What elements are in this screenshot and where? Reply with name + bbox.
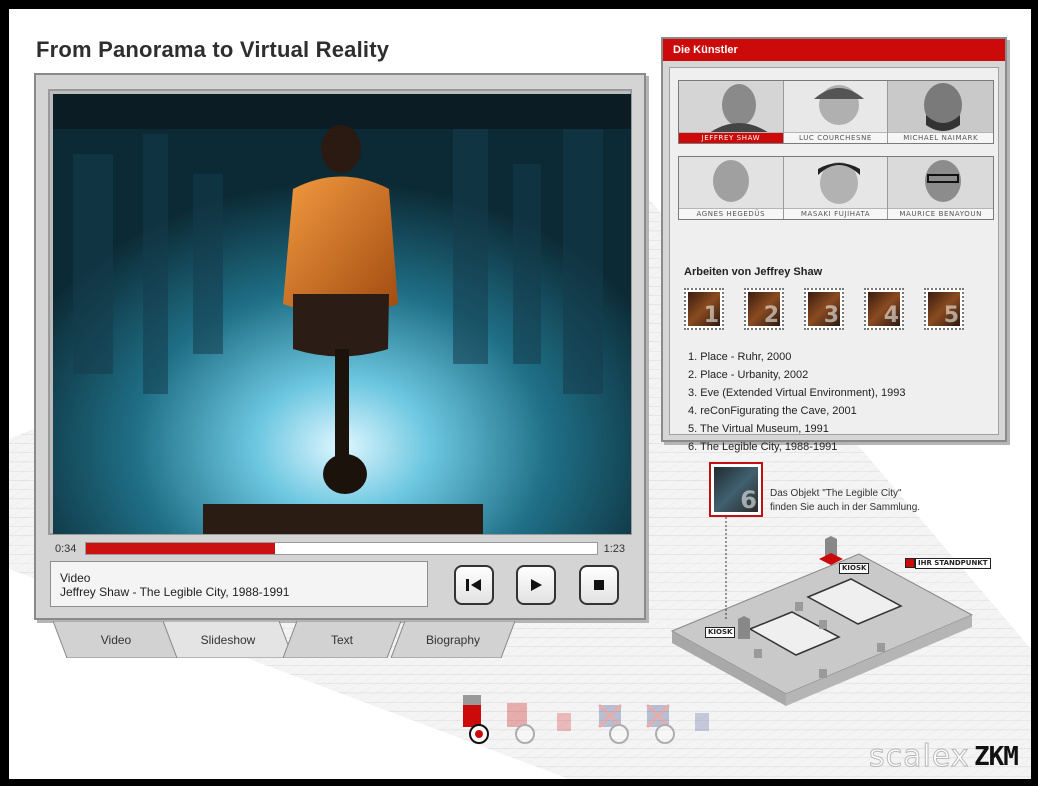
- standort-marker-icon: [905, 558, 915, 568]
- artist-name: JEFFREY SHAW: [679, 132, 783, 143]
- work-item[interactable]: 3. Eve (Extended Virtual Environment), 1…: [688, 384, 905, 402]
- stop-icon: [594, 580, 604, 590]
- tab-biography[interactable]: Biography: [391, 621, 515, 658]
- artist-name: MASAKI FUJIHATA: [783, 208, 888, 219]
- time-elapsed: 0:34: [55, 543, 77, 555]
- tab-biography-label: Biography: [425, 632, 481, 647]
- work-item[interactable]: 1. Place - Ruhr, 2000: [688, 348, 905, 366]
- artist-photo: [783, 81, 888, 133]
- artist-photo: [679, 157, 783, 209]
- play-button[interactable]: [516, 565, 556, 605]
- artists-body: JEFFREY SHAW LUC COURCHESNE MICHAEL NAIM…: [669, 67, 999, 453]
- video-player: 0:34 1:23 Video Jeffrey Shaw - The Legib…: [34, 73, 646, 620]
- progress-fill: [86, 543, 276, 554]
- artist-maurice-benayoun[interactable]: MAURICE BENAYOUN: [888, 157, 994, 219]
- tab-text[interactable]: Text: [283, 621, 401, 658]
- object-thumb[interactable]: 6: [709, 462, 763, 517]
- artist-michael-naimark[interactable]: MICHAEL NAIMARK: [888, 81, 994, 143]
- scalex-logo: scalex: [869, 739, 970, 775]
- artist-photo: [888, 157, 994, 209]
- artist-photo: [679, 81, 783, 133]
- progress-bar[interactable]: [85, 542, 598, 555]
- video-still: [53, 94, 631, 534]
- language-icon-6[interactable]: [695, 713, 709, 731]
- zkm-logo: ZKM: [974, 742, 1019, 772]
- tab-video[interactable]: Video: [53, 621, 179, 658]
- artist-photo: [783, 157, 888, 209]
- work-number: 5: [943, 303, 959, 326]
- media-caption: Jeffrey Shaw - The Legible City, 1988-19…: [60, 585, 290, 599]
- work-thumb-3[interactable]: 3: [804, 288, 844, 330]
- kiosk-marker-left: [738, 616, 750, 639]
- page-title: From Panorama to Virtual Reality: [36, 37, 390, 62]
- language-icon-2[interactable]: [507, 703, 535, 744]
- language-icon-3[interactable]: [557, 713, 571, 731]
- object-number: 6: [740, 486, 757, 512]
- language-selector: [463, 695, 709, 744]
- artist-row-1: JEFFREY SHAW LUC COURCHESNE MICHAEL NAIM…: [678, 80, 994, 144]
- work-thumb-1[interactable]: 1: [684, 288, 724, 330]
- stage: From Panorama to Virtual Reality 0:34 1:…: [9, 9, 1031, 779]
- artists-panel: Die Künstler JEFFREY SHAW LUC COURCHESNE…: [661, 37, 1007, 453]
- kiosk-label-top: KIOSK: [839, 563, 870, 574]
- work-number: 4: [883, 303, 899, 326]
- artist-luc-courchesne[interactable]: LUC COURCHESNE: [783, 81, 889, 143]
- video-frame-border: [48, 89, 632, 535]
- video-screen[interactable]: [53, 94, 631, 534]
- work-item[interactable]: 2. Place - Urbanity, 2002: [688, 366, 905, 384]
- artists-header: Die Künstler: [663, 39, 1005, 61]
- tab-slideshow-label: Slideshow: [200, 632, 256, 647]
- standort-label: IHR STANDPUNKT: [915, 558, 991, 569]
- work-thumb-5[interactable]: 5: [924, 288, 964, 330]
- work-thumb-4[interactable]: 4: [864, 288, 904, 330]
- play-icon: [531, 579, 542, 591]
- stop-button[interactable]: [579, 565, 619, 605]
- work-number: 1: [703, 303, 719, 326]
- tab-text-label: Text: [330, 632, 353, 647]
- media-type: Video: [60, 571, 91, 585]
- works-title: Arbeiten von Jeffrey Shaw: [684, 266, 823, 278]
- work-thumb-2[interactable]: 2: [744, 288, 784, 330]
- artist-row-2: AGNES HEGEDÜS MASAKI FUJIHATA MAURICE BE…: [678, 156, 994, 220]
- time-total: 1:23: [603, 543, 625, 555]
- artist-agnes-hegedus[interactable]: AGNES HEGEDÜS: [679, 157, 784, 219]
- artist-name: AGNES HEGEDÜS: [679, 208, 783, 219]
- work-item[interactable]: 4. reConFigurating the Cave, 2001: [688, 402, 905, 420]
- object-text-line1: Das Objekt "The Legible City": [770, 488, 902, 499]
- media-info: Video Jeffrey Shaw - The Legible City, 1…: [50, 561, 428, 607]
- works-list: 1. Place - Ruhr, 2000 2. Place - Urbanit…: [688, 348, 905, 456]
- work-item[interactable]: 6. The Legible City, 1988-1991: [688, 438, 905, 456]
- language-icon-5[interactable]: [645, 703, 675, 744]
- artist-masaki-fujihata[interactable]: MASAKI FUJIHATA: [783, 157, 889, 219]
- artist-jeffrey-shaw[interactable]: JEFFREY SHAW: [679, 81, 784, 143]
- artist-photo: [888, 81, 994, 133]
- artist-name: MAURICE BENAYOUN: [888, 208, 994, 219]
- work-number: 3: [823, 303, 839, 326]
- rewind-icon: [466, 579, 481, 591]
- tab-slideshow[interactable]: Slideshow: [163, 621, 293, 658]
- object-location-text: Das Objekt "The Legible City" finden Sie…: [770, 487, 920, 515]
- language-icon-active[interactable]: [463, 695, 489, 744]
- rewind-button[interactable]: [454, 565, 494, 605]
- work-item[interactable]: 5. The Virtual Museum, 1991: [688, 420, 905, 438]
- tab-video-label: Video: [100, 632, 132, 647]
- artist-name: MICHAEL NAIMARK: [888, 132, 994, 143]
- artist-name: LUC COURCHESNE: [783, 132, 888, 143]
- work-number: 2: [763, 303, 779, 326]
- language-icon-4[interactable]: [597, 703, 629, 744]
- object-text-line2: finden Sie auch in der Sammlung.: [770, 502, 921, 513]
- kiosk-label-left: KIOSK: [705, 627, 736, 638]
